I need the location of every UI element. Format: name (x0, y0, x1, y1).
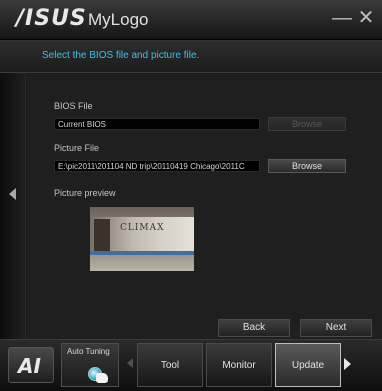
toolbar-scroll-left-icon[interactable] (127, 358, 133, 368)
preview-doorway (94, 219, 110, 255)
instruction-text: Select the BIOS file and picture file. (42, 50, 200, 61)
left-strip (0, 73, 26, 339)
toolbar-scroll-right-icon[interactable] (344, 358, 351, 370)
preview-sign: CLIMAX (120, 223, 165, 233)
mylogo-window: /ISUS MyLogo — ✕ Select the BIOS file an… (0, 0, 382, 391)
pointer-hand-icon (96, 373, 108, 383)
monitor-button[interactable]: Monitor (206, 343, 272, 387)
window-title: MyLogo (88, 10, 149, 29)
collapse-left-arrow-icon[interactable] (9, 188, 16, 200)
next-button[interactable]: Next (300, 319, 372, 337)
picture-preview-label: Picture preview (54, 188, 116, 198)
title-bar: /ISUS MyLogo — ✕ (0, 0, 382, 40)
minimize-button[interactable]: — (330, 6, 354, 30)
asus-logo: /ISUS (16, 6, 87, 31)
picture-file-label: Picture File (54, 143, 100, 153)
picture-file-field[interactable]: E:\pic2011\201104 ND trip\20110419 Chica… (54, 160, 260, 172)
picture-preview-image: CLIMAX (90, 207, 194, 271)
preview-floor (90, 255, 194, 271)
tool-button[interactable]: Tool (137, 343, 203, 387)
bios-file-label: BIOS File (54, 101, 93, 111)
bios-browse-button[interactable]: Browse (268, 117, 346, 131)
update-button[interactable]: Update (275, 343, 341, 387)
bios-file-field[interactable]: Current BIOS (54, 118, 260, 130)
picture-browse-button[interactable]: Browse (268, 159, 346, 173)
ai-suite-logo[interactable]: AI (8, 347, 54, 383)
auto-tuning-button[interactable]: Auto Tuning (61, 343, 119, 387)
back-button[interactable]: Back (218, 319, 290, 337)
content-panel (27, 74, 382, 339)
close-button[interactable]: ✕ (354, 6, 378, 30)
ai-logo-text: AI (18, 354, 41, 378)
auto-tuning-label: Auto Tuning (67, 347, 110, 356)
